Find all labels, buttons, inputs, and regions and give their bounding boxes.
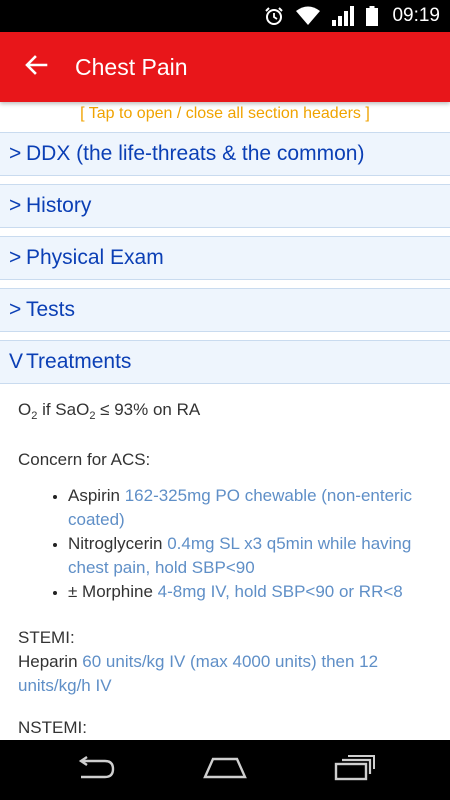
recents-nav-button[interactable]: [315, 740, 395, 800]
list-item: Aspirin 162-325mg PO chewable (non-enter…: [68, 484, 432, 532]
section-header-tests[interactable]: > Tests: [0, 288, 450, 332]
stemi-block: STEMI: Heparin 60 units/kg IV (max 4000 …: [18, 628, 379, 695]
main-content[interactable]: [ Tap to open / close all section header…: [0, 102, 450, 740]
section-label: Tests: [26, 298, 76, 321]
chevron-right-icon: >: [9, 246, 22, 269]
alarm-icon: [264, 6, 284, 26]
battery-icon: [366, 6, 379, 26]
arrow-left-icon: [24, 53, 48, 82]
toggle-all-sections-hint[interactable]: [ Tap to open / close all section header…: [0, 102, 450, 132]
status-time: 09:19: [392, 5, 440, 26]
app-bar: Chest Pain: [0, 32, 450, 102]
home-nav-button[interactable]: [185, 740, 265, 800]
list-item: Nitroglycerin 0.4mg SL x3 q5min while ha…: [68, 532, 432, 580]
chevron-right-icon: >: [9, 142, 22, 165]
section-label: Physical Exam: [26, 246, 164, 269]
acs-list: Aspirin 162-325mg PO chewable (non-enter…: [18, 484, 432, 604]
home-nav-icon: [201, 756, 249, 785]
back-nav-button[interactable]: [55, 740, 135, 800]
section-header-treatments[interactable]: V Treatments: [0, 340, 450, 384]
wifi-icon: [296, 6, 321, 26]
section-header-ddx[interactable]: > DDX (the life-threats & the common): [0, 132, 450, 176]
section-header-history[interactable]: > History: [0, 184, 450, 228]
back-button[interactable]: [0, 32, 72, 102]
list-item: ± Morphine 4-8mg IV, hold SBP<90 or RR<8: [68, 580, 432, 604]
chevron-right-icon: >: [9, 194, 22, 217]
acs-heading: Concern for ACS:: [18, 450, 151, 469]
oxygen-instruction: O2 if SaO2 ≤ 93% on RA: [18, 400, 201, 422]
section-label: History: [26, 194, 92, 217]
section-header-physical-exam[interactable]: > Physical Exam: [0, 236, 450, 280]
chevron-down-icon: V: [9, 350, 24, 373]
system-nav-bar: [0, 740, 450, 800]
section-label: Treatments: [26, 350, 132, 373]
page-title: Chest Pain: [75, 53, 188, 80]
nstemi-heading: NSTEMI:: [18, 718, 87, 737]
signal-icon: [332, 6, 355, 26]
recents-nav-icon: [334, 754, 376, 786]
back-nav-icon: [73, 755, 117, 785]
section-label: DDX (the life-threats & the common): [26, 142, 365, 165]
status-bar: 09:19: [0, 0, 450, 32]
treatments-body: O2 if SaO2 ≤ 93% on RA Concern for ACS: …: [0, 384, 450, 740]
stemi-heading: STEMI:: [18, 628, 75, 647]
chevron-right-icon: >: [9, 298, 22, 321]
